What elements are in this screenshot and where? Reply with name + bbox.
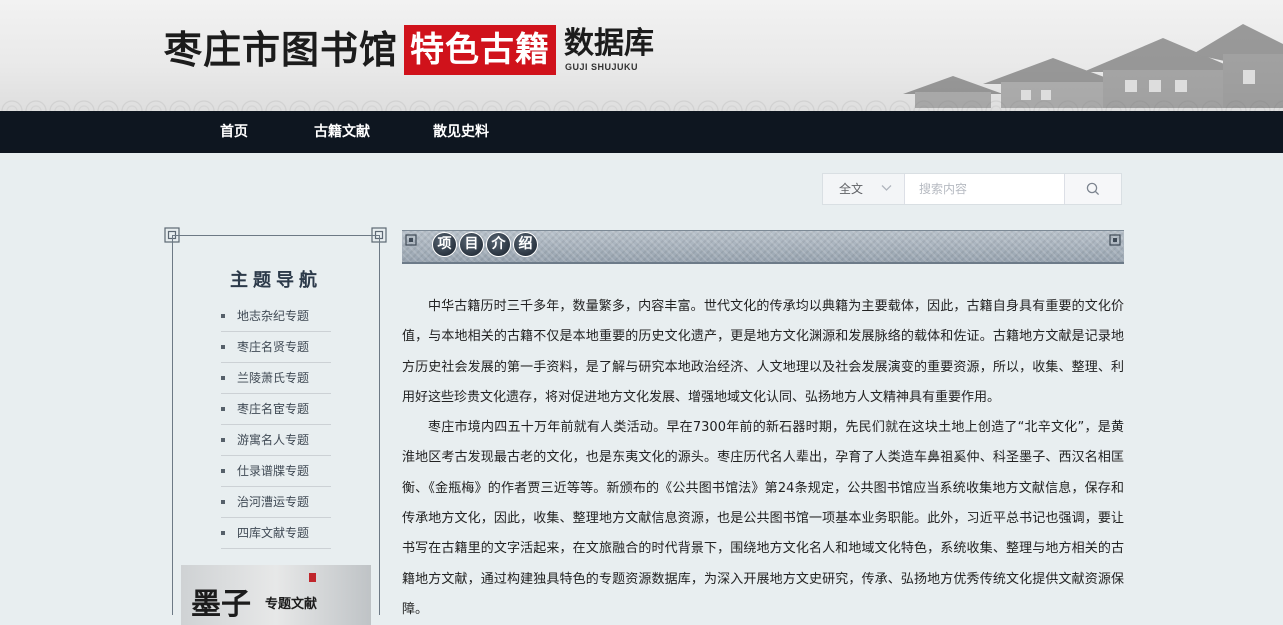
banner-title: 墨子 <box>191 587 251 622</box>
article-paragraph: 中华古籍历时三千多年，数量繁多，内容丰富。世代文化的传承均以典籍为主要载体，因此… <box>402 299 1124 405</box>
topic-item-label: 枣庄名宦专题 <box>237 402 310 416</box>
search-bar: 全文 <box>822 173 1122 205</box>
topic-sidebar: 主题导航 地志杂纪专题 枣庄名贤专题 兰陵萧氏专题 枣庄名宦专题 游寓名人专题 … <box>172 235 380 625</box>
chevron-down-icon <box>881 185 892 191</box>
topic-list: 地志杂纪专题 枣庄名贤专题 兰陵萧氏专题 枣庄名宦专题 游寓名人专题 仕录谱牒专… <box>221 301 331 549</box>
topic-item[interactable]: 枣庄名宦专题 <box>221 394 331 425</box>
topic-item[interactable]: 游寓名人专题 <box>221 425 331 456</box>
bullet-icon <box>221 438 225 442</box>
banner-subtitle: 专题文献 <box>265 597 318 612</box>
site-title: 枣庄市图书馆 <box>164 27 399 72</box>
topic-item[interactable]: 兰陵萧氏专题 <box>221 363 331 394</box>
section-title-char: 项 <box>432 232 457 257</box>
topic-item-label: 四库文献专题 <box>237 526 310 540</box>
bullet-icon <box>221 500 225 504</box>
search-scope-value: 全文 <box>839 182 864 196</box>
site-title-pinyin: GUJI SHUJUKU <box>565 62 639 72</box>
section-header-corner-left <box>405 234 417 246</box>
section-header-corner-right <box>1109 234 1121 246</box>
search-icon <box>1086 182 1100 196</box>
section-title-char: 介 <box>486 232 511 257</box>
nav-item-scattered-materials[interactable]: 散见史料 <box>433 111 489 153</box>
site-title-database: 数据库 <box>564 26 654 61</box>
nav-item-ancient-books[interactable]: 古籍文献 <box>314 111 370 153</box>
search-button[interactable] <box>1064 174 1121 204</box>
search-input[interactable] <box>905 174 1065 204</box>
bullet-icon <box>221 345 225 349</box>
topic-item[interactable]: 枣庄名贤专题 <box>221 332 331 363</box>
bullet-icon <box>221 469 225 473</box>
bullet-icon <box>221 376 225 380</box>
topic-item[interactable]: 地志杂纪专题 <box>221 301 331 332</box>
topic-item[interactable]: 治河漕运专题 <box>221 487 331 518</box>
topic-item[interactable]: 四库文献专题 <box>221 518 331 549</box>
article-paragraph: 枣庄市境内四五十万年前就有人类活动。早在7300年前的新石器时期，先民们就在这块… <box>402 420 1124 617</box>
nav-item-home[interactable]: 首页 <box>220 111 248 153</box>
bullet-icon <box>221 314 225 318</box>
topic-item-label: 仕录谱牒专题 <box>237 464 310 478</box>
topic-item-label: 地志杂纪专题 <box>237 309 310 323</box>
site-title-highlight: 特色古籍 <box>404 25 556 75</box>
topic-item[interactable]: 仕录谱牒专题 <box>221 456 331 487</box>
topic-item-label: 枣庄名贤专题 <box>237 340 310 354</box>
project-intro-article: 中华古籍历时三千多年，数量繁多，内容丰富。世代文化的传承均以典籍为主要载体，因此… <box>402 292 1124 625</box>
section-title-char: 目 <box>459 232 484 257</box>
topic-item-label: 治河漕运专题 <box>237 495 310 509</box>
red-seal <box>309 573 316 582</box>
site-header: 枣庄市图书馆 特色古籍 数据库 GUJI SHUJUKU <box>0 0 1283 111</box>
architecture-illustration <box>903 24 1283 108</box>
bullet-icon <box>221 407 225 411</box>
section-header: 项 目 介 绍 <box>402 230 1124 264</box>
mozi-topic-banner[interactable]: 墨子 专题文献 <box>181 565 371 625</box>
main-nav: 首页 古籍文献 散见史料 <box>0 111 1283 153</box>
section-title-char: 绍 <box>513 232 538 257</box>
sidebar-title: 主题导航 <box>230 270 322 291</box>
topic-item-label: 兰陵萧氏专题 <box>237 371 310 385</box>
bullet-icon <box>221 531 225 535</box>
topic-item-label: 游寓名人专题 <box>237 433 310 447</box>
search-scope-select[interactable]: 全文 <box>823 174 905 204</box>
